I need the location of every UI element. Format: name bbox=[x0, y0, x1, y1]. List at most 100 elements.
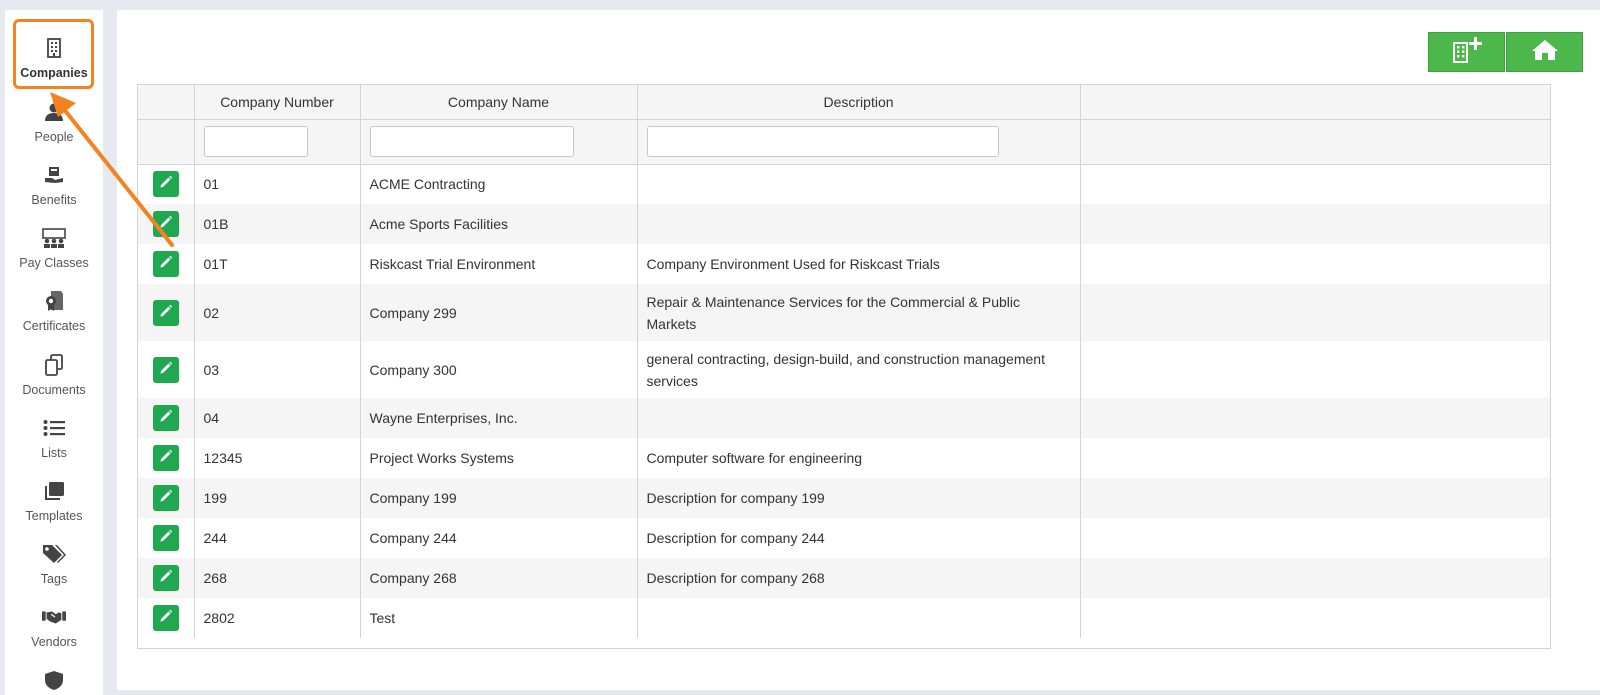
sidebar-item-templates[interactable]: Templates bbox=[5, 469, 103, 531]
company-name-cell: Company 199 bbox=[360, 478, 638, 518]
table-row: 199 Company 199 Description for company 19… bbox=[138, 478, 1550, 518]
pencil-icon bbox=[159, 359, 173, 381]
company-name-cell: Wayne Enterprises, Inc. bbox=[360, 398, 638, 438]
description-cell bbox=[637, 398, 1081, 438]
sidebar-item-tags[interactable]: Tags bbox=[5, 532, 103, 594]
description-cell bbox=[637, 164, 1081, 204]
handshake-icon bbox=[42, 605, 66, 629]
table-row: 04 Wayne Enterprises, Inc. bbox=[138, 398, 1550, 438]
sidebar-item-label: Lists bbox=[41, 446, 67, 460]
table-row: 12345 Project Works Systems Computer softw… bbox=[138, 438, 1550, 478]
sidebar-item-label: Templates bbox=[25, 509, 83, 523]
edit-button[interactable] bbox=[153, 356, 179, 383]
sidebar: Companies People Benefits Pay Classes Ce… bbox=[5, 10, 103, 695]
sidebar-item-label: People bbox=[34, 130, 74, 144]
shield-icon bbox=[42, 668, 66, 692]
table-row: 268 Company 268 Description for company 26… bbox=[138, 558, 1550, 598]
sidebar-item-benefits[interactable]: Benefits bbox=[5, 153, 103, 215]
table-row: 01T Riskcast Trial Environment Company Env… bbox=[138, 244, 1550, 284]
company-name-cell: Project Works Systems bbox=[360, 438, 638, 478]
company-number-cell: 04 bbox=[194, 398, 361, 438]
sidebar-item-label: Pay Classes bbox=[19, 256, 89, 270]
company-name-filter[interactable] bbox=[369, 126, 574, 157]
company-name-cell: Company 268 bbox=[360, 558, 638, 598]
building-plus-icon bbox=[1450, 36, 1484, 68]
column-header-company-name[interactable]: Company Name bbox=[360, 85, 638, 120]
company-number-cell: 268 bbox=[194, 558, 361, 598]
sidebar-item-more[interactable] bbox=[5, 658, 103, 695]
sidebar-item-certificates[interactable]: Certificates bbox=[5, 279, 103, 341]
sidebar-item-label: Certificates bbox=[22, 319, 86, 333]
sidebar-item-companies[interactable]: Companies bbox=[5, 26, 103, 88]
sidebar-item-label: Documents bbox=[22, 383, 86, 397]
header-row: Company Number Company Name Description bbox=[138, 85, 1550, 120]
main-panel: Company Number Company Name Description … bbox=[117, 10, 1600, 690]
pencil-icon bbox=[159, 253, 173, 275]
description-cell bbox=[637, 204, 1081, 244]
tags-icon bbox=[42, 542, 66, 566]
edit-button[interactable] bbox=[153, 485, 179, 511]
pencil-icon bbox=[159, 213, 173, 235]
company-number-cell: 02 bbox=[194, 284, 361, 341]
edit-button[interactable] bbox=[153, 445, 179, 471]
edit-column-header bbox=[138, 85, 195, 120]
description-filter[interactable] bbox=[646, 126, 999, 157]
description-cell: Description for company 268 bbox=[637, 558, 1081, 598]
sidebar-item-documents[interactable]: Documents bbox=[5, 343, 103, 405]
company-name-cell: Riskcast Trial Environment bbox=[360, 244, 638, 284]
empty-column-header bbox=[1080, 85, 1550, 120]
companies-table: Company Number Company Name Description … bbox=[137, 84, 1551, 649]
templates-icon bbox=[42, 479, 66, 503]
pencil-icon bbox=[159, 407, 173, 429]
documents-icon bbox=[42, 353, 66, 377]
company-name-cell: Company 300 bbox=[360, 341, 638, 398]
pencil-icon bbox=[159, 173, 173, 195]
add-company-button[interactable] bbox=[1428, 32, 1505, 72]
pencil-icon bbox=[159, 302, 173, 324]
table-row: 01 ACME Contracting bbox=[138, 164, 1550, 204]
company-number-filter[interactable] bbox=[203, 126, 308, 157]
table-row: 244 Company 244 Description for company 24… bbox=[138, 518, 1550, 558]
edit-button[interactable] bbox=[153, 299, 179, 326]
list-icon bbox=[42, 416, 66, 440]
edit-button[interactable] bbox=[153, 405, 179, 431]
description-cell: Description for company 199 bbox=[637, 478, 1081, 518]
toolbar bbox=[1428, 32, 1583, 72]
company-number-cell: 01B bbox=[194, 204, 361, 244]
description-cell: Company Environment Used for Riskcast Tr… bbox=[637, 244, 1081, 284]
home-button[interactable] bbox=[1506, 32, 1583, 72]
company-name-cell: Acme Sports Facilities bbox=[360, 204, 638, 244]
sidebar-item-label: Tags bbox=[40, 572, 68, 586]
description-cell: Description for company 244 bbox=[637, 518, 1081, 558]
pencil-icon bbox=[159, 447, 173, 469]
column-header-company-number[interactable]: Company Number bbox=[194, 85, 361, 120]
pencil-icon bbox=[159, 487, 173, 509]
edit-button[interactable] bbox=[153, 605, 179, 631]
table-row: 03 Company 300 general contracting, design… bbox=[138, 341, 1550, 398]
edit-button[interactable] bbox=[153, 171, 179, 198]
sidebar-item-vendors[interactable]: Vendors bbox=[5, 595, 103, 657]
company-name-cell: ACME Contracting bbox=[360, 164, 638, 204]
pencil-icon bbox=[159, 527, 173, 549]
sidebar-item-pay-classes[interactable]: Pay Classes bbox=[5, 216, 103, 278]
sidebar-item-lists[interactable]: Lists bbox=[5, 406, 103, 468]
company-number-cell: 12345 bbox=[194, 438, 361, 478]
edit-button[interactable] bbox=[153, 251, 179, 277]
description-cell: general contracting, design-build, and c… bbox=[637, 341, 1081, 398]
company-number-cell: 03 bbox=[194, 341, 361, 398]
filter-row bbox=[138, 119, 1550, 165]
sidebar-item-people[interactable]: People bbox=[5, 90, 103, 152]
sidebar-item-label: Benefits bbox=[31, 193, 77, 207]
building-icon bbox=[42, 36, 66, 60]
sidebar-item-label: Vendors bbox=[31, 635, 77, 649]
edit-button[interactable] bbox=[153, 211, 179, 237]
company-name-cell: Company 244 bbox=[360, 518, 638, 558]
edit-button[interactable] bbox=[153, 565, 179, 591]
home-icon bbox=[1531, 39, 1559, 66]
company-number-cell: 244 bbox=[194, 518, 361, 558]
company-number-cell: 2802 bbox=[194, 598, 361, 638]
group-icon bbox=[42, 226, 66, 250]
column-header-description[interactable]: Description bbox=[637, 85, 1081, 120]
edit-button[interactable] bbox=[153, 525, 179, 551]
pencil-icon bbox=[159, 567, 173, 589]
